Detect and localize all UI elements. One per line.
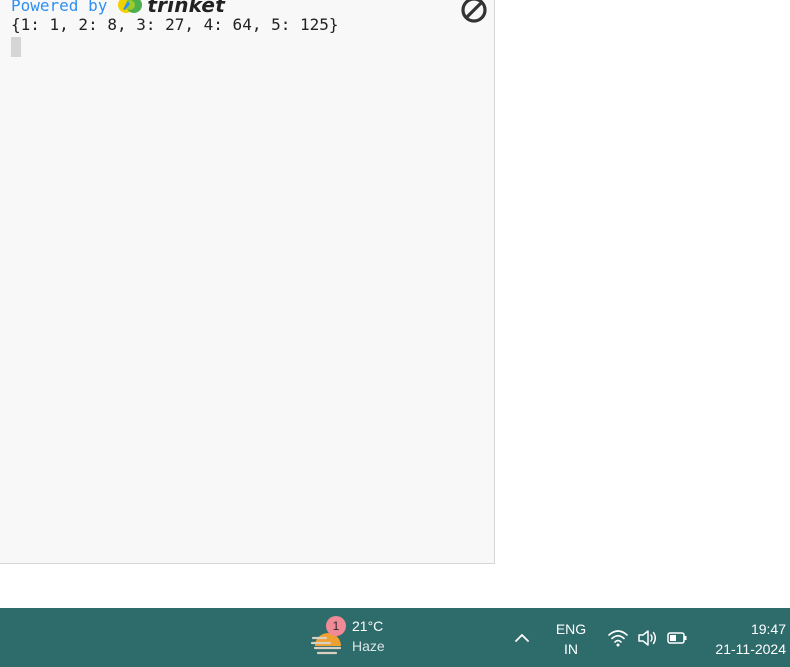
volume-icon[interactable] <box>636 627 658 649</box>
console-output-line: {1: 1, 2: 8, 3: 27, 4: 64, 5: 125} <box>11 15 339 34</box>
chevron-up-icon[interactable] <box>512 628 532 648</box>
screen: Powered by trinket {1: 1, 2: 8, 3: 27, 4… <box>0 0 790 667</box>
clock-time: 19:47 <box>750 621 786 637</box>
weather-widget[interactable]: 1 21°C Haze <box>310 616 385 656</box>
haze-weather-icon: 1 <box>310 616 346 656</box>
region-code: IN <box>564 641 578 657</box>
clock-date: 21-11-2024 <box>715 641 786 657</box>
trinket-logo-icon <box>118 0 143 13</box>
wifi-icon[interactable] <box>607 627 629 649</box>
battery-icon[interactable] <box>666 627 688 649</box>
language-code: ENG <box>555 621 587 637</box>
system-clock[interactable]: 19:47 21-11-2024 <box>715 619 786 659</box>
weather-condition: Haze <box>352 638 385 654</box>
powered-by-label: Powered by <box>11 0 108 15</box>
weather-text: 21°C Haze <box>352 616 385 656</box>
weather-temperature: 21°C <box>352 618 384 634</box>
console-cursor[interactable] <box>11 37 21 57</box>
trinket-console: Powered by trinket {1: 1, 2: 8, 3: 27, 4… <box>0 0 495 564</box>
powered-by[interactable]: Powered by trinket <box>11 0 225 17</box>
clear-output-button[interactable] <box>460 0 488 24</box>
weather-notification-badge: 1 <box>326 616 346 636</box>
taskbar: 1 21°C Haze ENG IN 19:47 21-11-2024 <box>0 608 790 667</box>
input-language-indicator[interactable]: ENG IN <box>549 619 593 659</box>
